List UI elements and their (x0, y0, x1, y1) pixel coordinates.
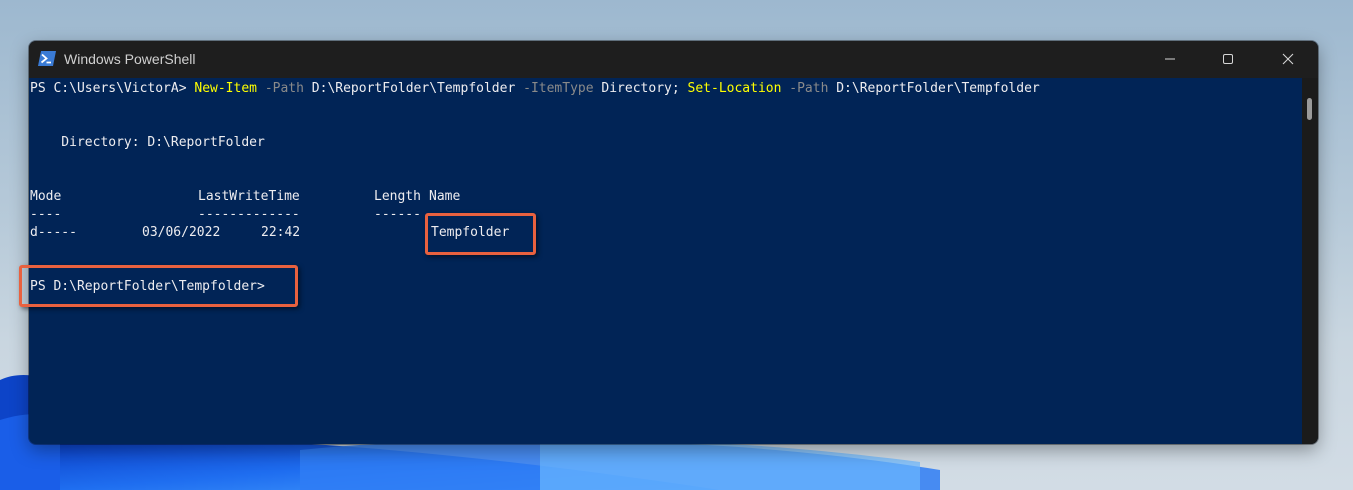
directory-line: Directory: D:\ReportFolder (30, 135, 265, 150)
argument-path-2: D:\ReportFolder\Tempfolder (836, 81, 1040, 96)
parameter-path: -Path (264, 81, 304, 96)
header-length: Length (374, 189, 421, 204)
cmdlet-new-item: New-Item (194, 81, 257, 96)
row-mode: d----- (30, 225, 77, 240)
argument-itemtype: Directory; (601, 81, 680, 96)
table-separator: ---- ------------- ------ (30, 206, 421, 223)
parameter-path-2: -Path (789, 81, 829, 96)
maximize-icon (1222, 50, 1234, 69)
separator-lastwritetime: ------------- (198, 207, 300, 222)
title-bar[interactable]: Windows PowerShell (29, 41, 1318, 78)
table-header: Mode LastWriteTime Length Name (30, 188, 460, 205)
current-prompt: PS D:\ReportFolder\Tempfolder> (30, 279, 265, 294)
table-row: d----- 03/06/2022 22:42 Tempfolder (30, 224, 509, 241)
window-title: Windows PowerShell (64, 51, 196, 67)
row-name: Tempfolder (431, 225, 510, 240)
command-line: PS C:\Users\VictorA> New-Item -Path D:\R… (30, 80, 1040, 97)
argument-path: D:\ReportFolder\Tempfolder (311, 81, 516, 96)
powershell-window: Windows PowerShell PS C:\Users\VictorA> … (29, 41, 1318, 444)
parameter-itemtype: -ItemType (523, 81, 594, 96)
console-output[interactable]: PS C:\Users\VictorA> New-Item -Path D:\R… (29, 78, 1302, 444)
vertical-scrollbar[interactable] (1302, 78, 1318, 444)
close-button[interactable] (1259, 41, 1317, 78)
row-date: 03/06/2022 (142, 225, 221, 240)
cmdlet-set-location: Set-Location (687, 81, 782, 96)
scrollbar-thumb[interactable] (1307, 98, 1312, 120)
separator-mode: ---- (30, 207, 62, 222)
powershell-icon (38, 51, 56, 66)
row-time: 22:42 (261, 225, 301, 240)
header-mode: Mode (30, 189, 62, 204)
close-icon (1282, 50, 1294, 69)
minimize-icon (1164, 50, 1176, 69)
maximize-button[interactable] (1199, 41, 1257, 78)
separator-length: ------ (374, 207, 421, 222)
header-name: Name (429, 189, 461, 204)
header-lastwritetime: LastWriteTime (198, 189, 300, 204)
prompt-text: PS C:\Users\VictorA> (30, 81, 195, 96)
minimize-button[interactable] (1141, 41, 1199, 78)
